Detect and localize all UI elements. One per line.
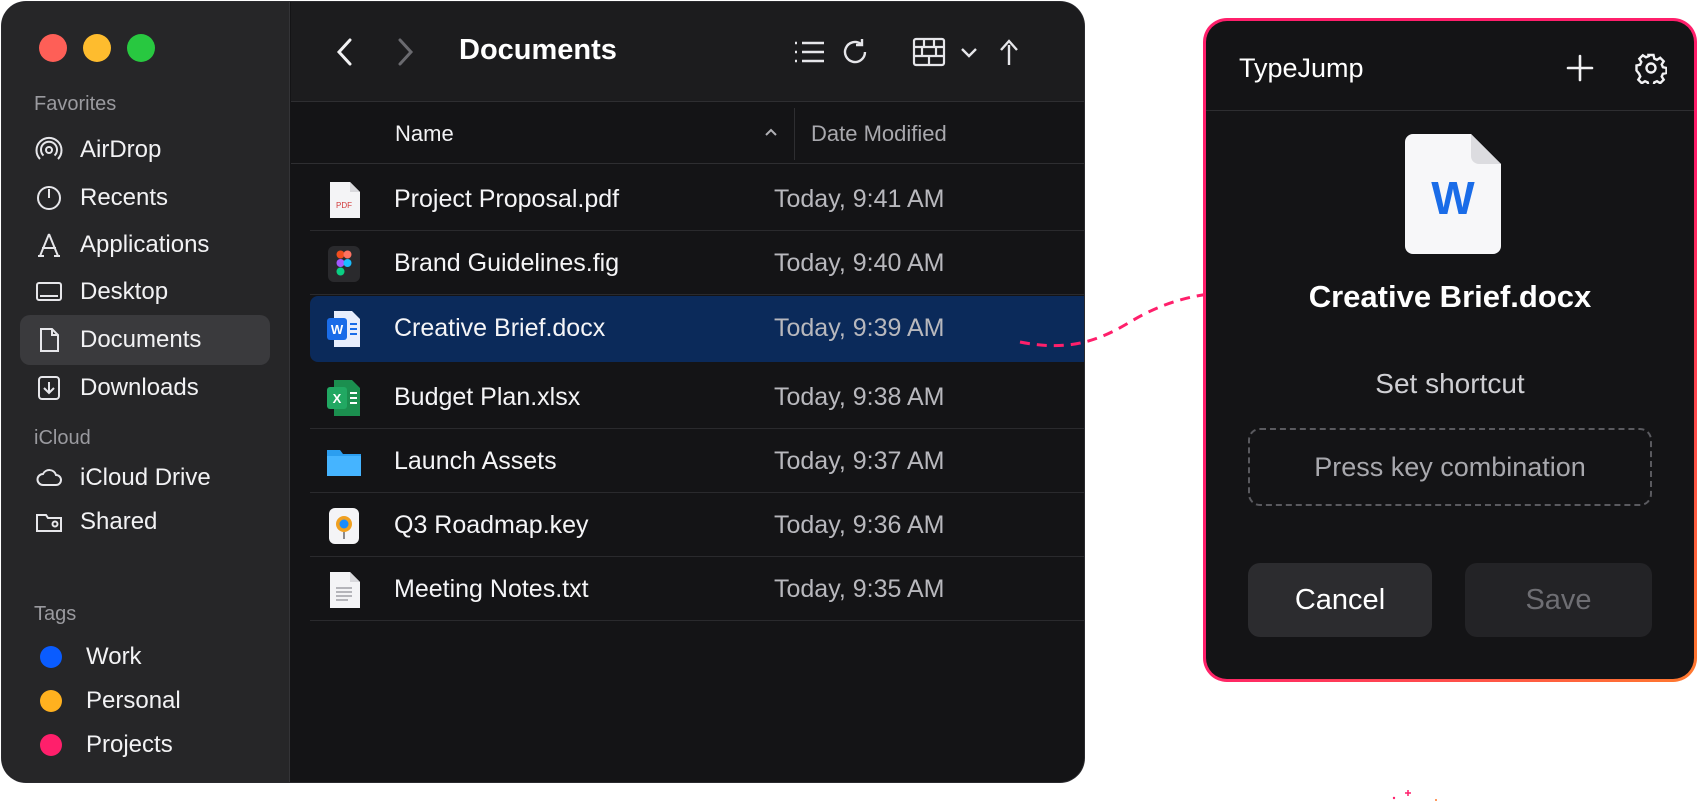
file-date: Today, 9:41 AM xyxy=(774,185,945,213)
sidebar-item-label: Projects xyxy=(86,731,173,758)
file-name: Project Proposal.pdf xyxy=(394,185,620,213)
sidebar-tag-personal[interactable]: Personal xyxy=(20,676,270,726)
sidebar: Favorites AirDrop Recents Applications D… xyxy=(2,2,290,782)
document-name: Creative Brief.docx xyxy=(1308,279,1592,314)
cloud-icon xyxy=(34,463,64,493)
column-name-header[interactable]: Name xyxy=(395,121,454,147)
sidebar-item-icloud-drive[interactable]: iCloud Drive xyxy=(20,453,270,503)
column-date-header[interactable]: Date Modified xyxy=(811,121,947,147)
file-name: Brand Guidelines.fig xyxy=(394,249,620,277)
sidebar-item-desktop[interactable]: Desktop xyxy=(20,267,270,317)
file-name: Launch Assets xyxy=(394,447,557,475)
shortcut-label: Set shortcut xyxy=(1375,368,1525,399)
file-row[interactable]: Brand Guidelines.fig Today, 9:40 AM xyxy=(310,231,1084,295)
sidebar-item-label: Desktop xyxy=(80,278,169,305)
share-icon[interactable] xyxy=(991,34,1027,70)
close-window-button[interactable] xyxy=(39,34,67,62)
file-date: Today, 9:36 AM xyxy=(774,511,945,539)
sidebar-item-label: Personal xyxy=(86,687,181,714)
add-icon[interactable] xyxy=(1563,51,1597,85)
sidebar-item-label: AirDrop xyxy=(80,136,162,163)
figma-file-icon xyxy=(328,246,360,282)
cancel-button[interactable]: Cancel xyxy=(1248,563,1432,637)
file-row[interactable]: X Budget Plan.xlsx Today, 9:38 AM xyxy=(310,365,1084,429)
file-icon-label: W xyxy=(331,322,344,337)
toolbar: Documents xyxy=(291,2,1084,102)
typejump-panel: TypeJump W Creative Brief.docx Set short… xyxy=(1203,18,1697,682)
file-name: Q3 Roadmap.key xyxy=(394,511,589,539)
sparkle-decoration xyxy=(1392,790,1437,801)
panel-title: TypeJump xyxy=(1239,53,1364,83)
sidebar-item-applications[interactable]: Applications xyxy=(20,220,270,270)
folder-icon xyxy=(327,450,361,476)
tag-color-dot xyxy=(40,734,62,756)
forward-chevron-icon[interactable] xyxy=(387,34,423,70)
gear-icon[interactable] xyxy=(1634,51,1668,85)
sidebar-item-label: Documents xyxy=(80,326,202,353)
file-name: Budget Plan.xlsx xyxy=(394,383,581,411)
sidebar-section-favorites: Favorites xyxy=(34,93,117,115)
file-row[interactable]: PDF Project Proposal.pdf Today, 9:41 AM xyxy=(310,167,1084,231)
desktop-icon xyxy=(34,277,64,307)
file-date: Today, 9:40 AM xyxy=(774,249,945,277)
group-view-icon[interactable] xyxy=(911,34,947,70)
window-title: Documents xyxy=(459,34,617,66)
text-file-icon xyxy=(330,572,360,608)
file-date: Today, 9:37 AM xyxy=(774,447,945,475)
sidebar-item-label: Recents xyxy=(80,184,169,211)
file-date: Today, 9:35 AM xyxy=(774,575,945,603)
sidebar-item-label: Downloads xyxy=(80,374,199,401)
doc-icon-letter: W xyxy=(1431,172,1475,224)
sidebar-section-icloud: iCloud xyxy=(34,427,91,449)
pdf-file-icon: PDF xyxy=(330,182,360,218)
keynote-file-icon xyxy=(329,508,359,544)
document-icon xyxy=(34,325,64,355)
excel-file-icon: X xyxy=(327,380,360,416)
list-view-icon[interactable] xyxy=(791,34,827,70)
sidebar-item-shared[interactable]: Shared xyxy=(20,497,270,547)
file-date: Today, 9:39 AM xyxy=(774,314,945,342)
file-icon-label: X xyxy=(333,391,342,406)
tag-color-dot xyxy=(40,690,62,712)
sidebar-item-label: Applications xyxy=(80,231,210,258)
file-name: Creative Brief.docx xyxy=(394,314,606,342)
word-document-icon: W xyxy=(1405,134,1501,254)
file-row[interactable]: Meeting Notes.txt Today, 9:35 AM xyxy=(310,557,1084,621)
sort-ascending-icon[interactable] xyxy=(761,122,781,142)
minimize-window-button[interactable] xyxy=(83,34,111,62)
shared-folder-icon xyxy=(34,507,64,537)
panel-header: TypeJump xyxy=(1206,21,1694,111)
file-icon-label: PDF xyxy=(336,201,352,210)
file-name: Meeting Notes.txt xyxy=(394,575,589,603)
airdrop-icon xyxy=(34,135,64,165)
sidebar-item-documents[interactable]: Documents xyxy=(20,315,270,365)
column-divider[interactable] xyxy=(794,108,795,160)
sidebar-item-label: iCloud Drive xyxy=(80,464,211,491)
sidebar-tag-projects[interactable]: Projects xyxy=(20,720,270,770)
download-icon xyxy=(34,373,64,403)
sidebar-item-airdrop[interactable]: AirDrop xyxy=(20,125,270,175)
back-chevron-icon[interactable] xyxy=(327,34,363,70)
tag-color-dot xyxy=(40,646,62,668)
word-file-icon: W xyxy=(327,311,360,347)
sidebar-section-tags: Tags xyxy=(34,603,77,625)
file-row[interactable]: Launch Assets Today, 9:37 AM xyxy=(310,429,1084,493)
applications-icon xyxy=(34,230,64,260)
file-date: Today, 9:38 AM xyxy=(774,383,945,411)
sidebar-tag-work[interactable]: Work xyxy=(20,632,270,682)
shortcut-input[interactable]: Press key combination xyxy=(1248,428,1652,506)
clock-icon xyxy=(34,183,64,213)
sidebar-item-downloads[interactable]: Downloads xyxy=(20,363,270,413)
refresh-icon[interactable] xyxy=(837,34,873,70)
sidebar-item-label: Work xyxy=(86,643,142,670)
zoom-window-button[interactable] xyxy=(127,34,155,62)
chevron-down-icon[interactable] xyxy=(951,34,987,70)
sidebar-item-recents[interactable]: Recents xyxy=(20,173,270,223)
sidebar-item-label: Shared xyxy=(80,508,158,535)
save-button[interactable]: Save xyxy=(1465,563,1652,637)
column-header: Name Date Modified xyxy=(291,104,1084,164)
file-row[interactable]: Q3 Roadmap.key Today, 9:36 AM xyxy=(310,493,1084,557)
file-row-selected[interactable]: W Creative Brief.docx Today, 9:39 AM xyxy=(310,296,1084,362)
